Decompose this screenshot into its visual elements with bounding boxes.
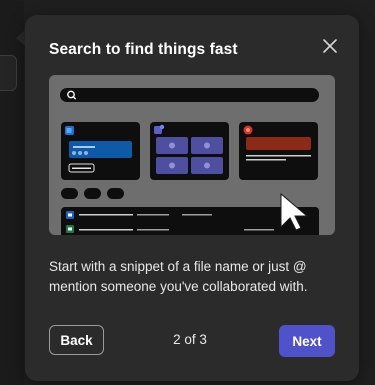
- results-panel: [61, 207, 319, 235]
- callout-description: Start with a snippet of a file name or j…: [49, 259, 308, 294]
- chip: [61, 188, 78, 199]
- outlook-icon: [65, 126, 74, 135]
- chip: [107, 188, 124, 199]
- outlook-banner: [69, 141, 132, 158]
- close-icon[interactable]: [319, 35, 341, 57]
- illustration-drawing: [61, 90, 319, 235]
- next-button[interactable]: Next: [279, 325, 335, 357]
- office-icon: [243, 125, 253, 135]
- step-indicator: 2 of 3: [173, 332, 207, 347]
- search-icon: [67, 90, 76, 100]
- chip: [84, 188, 101, 199]
- back-button[interactable]: Back: [49, 325, 104, 355]
- background-control: [0, 55, 17, 91]
- callout-pointer: [16, 30, 25, 46]
- callout-title: Search to find things fast: [49, 41, 238, 58]
- onboarding-callout: Search to find things fast Start with a …: [25, 15, 359, 381]
- search-tutorial-illustration: [49, 75, 335, 235]
- excel-icon: [66, 225, 74, 233]
- word-icon: [66, 211, 74, 219]
